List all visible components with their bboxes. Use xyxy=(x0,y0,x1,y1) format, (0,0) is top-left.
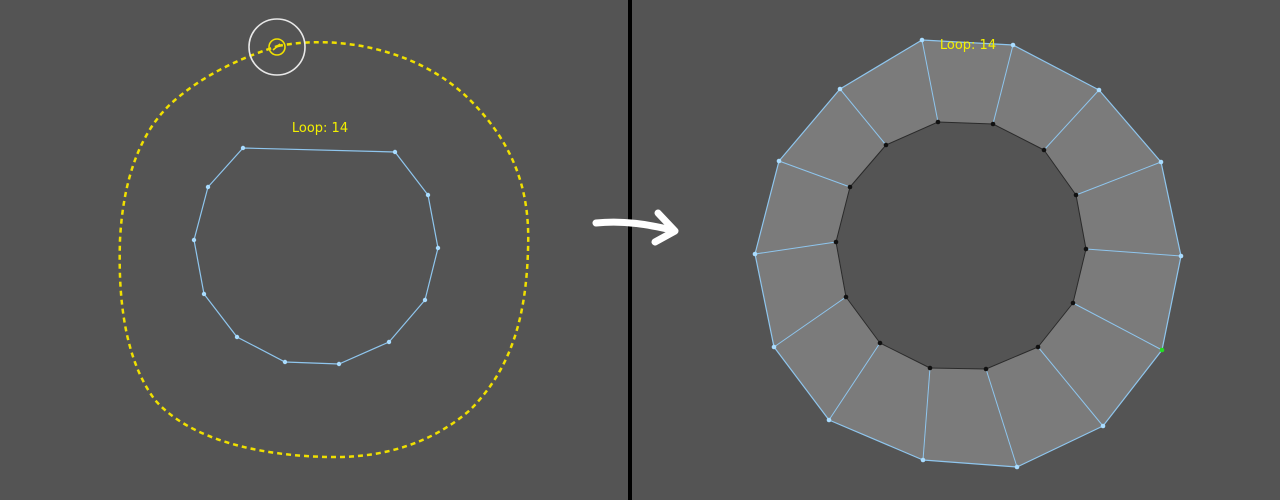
loop-count-label: Loop: 14 xyxy=(292,121,348,136)
outer-vertex xyxy=(919,37,925,43)
outer-vertex xyxy=(1010,42,1016,48)
inner-vertex xyxy=(935,119,941,125)
inner-vertex xyxy=(1035,344,1041,350)
loop-vertex xyxy=(282,359,288,365)
inner-vertex xyxy=(1041,147,1047,153)
loop-vertex xyxy=(201,291,207,297)
loop-vertex xyxy=(191,237,197,243)
inner-vertex xyxy=(847,184,853,190)
outer-vertex xyxy=(826,417,832,423)
loop-vertex xyxy=(336,361,342,367)
outer-vertex xyxy=(1158,159,1164,165)
inner-vertex xyxy=(1073,192,1079,198)
loop-vertex xyxy=(205,184,211,190)
loop-vertex xyxy=(240,145,246,151)
outer-vertex xyxy=(1014,464,1020,470)
outer-vertex xyxy=(776,158,782,164)
inner-vertex xyxy=(983,366,989,372)
loop-vertex xyxy=(386,339,392,345)
outer-vertex xyxy=(1100,423,1106,429)
outer-vertex xyxy=(771,344,777,350)
inner-vertex xyxy=(1083,246,1089,252)
loop-count-label-filled: Loop: 14 xyxy=(940,38,996,53)
loop-vertex xyxy=(392,149,398,155)
inner-vertex xyxy=(843,294,849,300)
outer-vertex xyxy=(1096,87,1102,93)
active-vertex xyxy=(1159,347,1165,353)
inner-vertex xyxy=(1070,300,1076,306)
outer-vertex xyxy=(752,251,758,257)
loop-vertex xyxy=(435,245,441,251)
outer-vertex xyxy=(837,86,843,92)
inner-vertex xyxy=(833,239,839,245)
outer-vertex xyxy=(920,457,926,463)
inner-vertex xyxy=(883,142,889,148)
inner-vertex xyxy=(990,121,996,127)
loop-vertex xyxy=(425,192,431,198)
inner-vertex xyxy=(877,340,883,346)
inner-vertex xyxy=(927,365,933,371)
outer-vertex xyxy=(1178,253,1184,259)
loop-fill-diagram: Loop: 14 Loop: 14 xyxy=(0,0,1280,500)
loop-vertex xyxy=(422,297,428,303)
loop-vertex xyxy=(234,334,240,340)
panel-divider xyxy=(628,0,632,500)
